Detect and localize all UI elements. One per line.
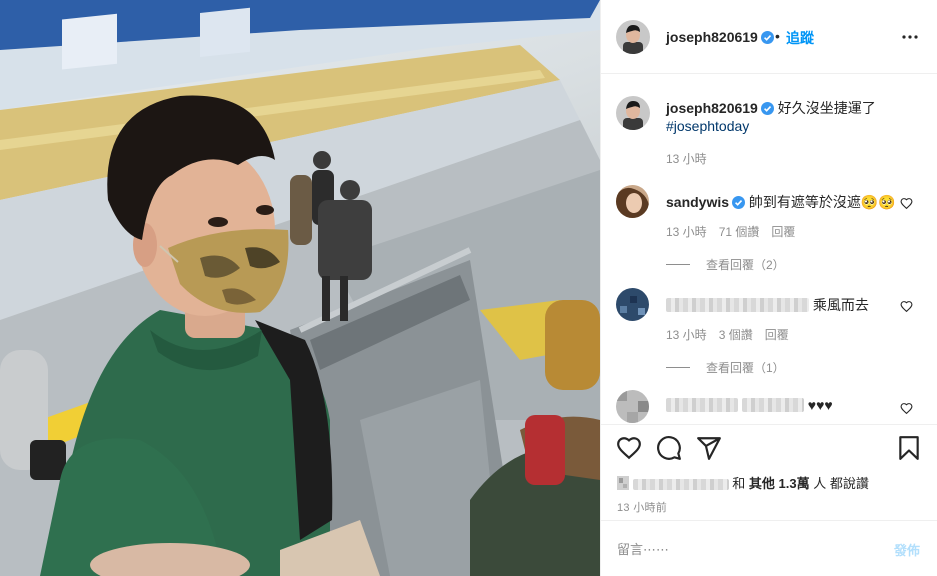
likes-connector: 和 xyxy=(732,476,746,491)
reply-button[interactable]: 回覆 xyxy=(765,328,789,342)
comment-text: ♥♥♥ xyxy=(807,397,833,413)
comment-input[interactable] xyxy=(617,537,867,561)
caption-username[interactable]: joseph820619 xyxy=(666,100,758,116)
comment-meta: 13 小時 3 個讚 回覆 xyxy=(666,326,801,343)
view-replies-button[interactable]: 查看回覆（2） xyxy=(666,256,785,273)
blurred-text xyxy=(741,398,804,412)
verified-badge-icon xyxy=(760,31,774,44)
more-horizontal-icon[interactable] xyxy=(900,27,920,47)
comment-likes[interactable]: 3 個讚 xyxy=(719,328,753,342)
comment-like-heart-icon[interactable] xyxy=(900,197,913,210)
instagram-post-modal: joseph820619 • 追蹤 joseph820619 好久沒坐捷運了 #… xyxy=(0,0,937,576)
comment-item: sandywis 帥到有遮等於沒遮🥺🥺 13 小時 71 個讚 回覆 查看回覆（2） xyxy=(601,185,937,285)
commenter-avatar[interactable] xyxy=(616,185,649,218)
comment-username[interactable]: sandywis xyxy=(666,194,729,210)
comment-time[interactable]: 13 小時 xyxy=(666,328,707,342)
view-replies-button[interactable]: 查看回覆（1） xyxy=(666,359,785,376)
post-comment-button[interactable]: 發佈 xyxy=(894,540,920,559)
post-header: joseph820619 • 追蹤 xyxy=(601,0,937,74)
comment-line: ♥♥♥ xyxy=(666,397,833,413)
view-replies-label[interactable]: 查看回覆（2） xyxy=(706,258,785,272)
comment-line: 乘風而去 xyxy=(666,295,869,315)
replies-divider xyxy=(666,367,690,368)
commenter-avatar[interactable] xyxy=(616,288,649,321)
blurred-username xyxy=(666,298,809,312)
comment-item: ♥♥♥ xyxy=(601,390,937,424)
comment-meta: 13 小時 71 個讚 回覆 xyxy=(666,223,807,240)
heart-icon[interactable] xyxy=(616,435,642,461)
post-actions: 和 其他 1.3萬 人 都說讚 13 小時前 xyxy=(601,424,937,520)
author-username-text[interactable]: joseph820619 xyxy=(666,29,758,45)
likes-others-prefix[interactable]: 其他 xyxy=(749,476,775,491)
comment-line: sandywis 帥到有遮等於沒遮🥺🥺 xyxy=(666,192,896,212)
comment-text: 帥到有遮等於沒遮🥺🥺 xyxy=(748,194,896,210)
caption-hashtag[interactable]: #josephtoday xyxy=(666,118,749,134)
replies-divider xyxy=(666,264,690,265)
post-timestamp[interactable]: 13 小時前 xyxy=(617,499,667,515)
likes-count[interactable]: 1.3萬 xyxy=(779,476,810,491)
blurred-liker-name xyxy=(632,479,729,490)
comment-text: 乘風而去 xyxy=(812,297,869,313)
likes-suffix: 人 都說讚 xyxy=(813,476,869,491)
comment-like-heart-icon[interactable] xyxy=(900,402,913,415)
author-username[interactable]: joseph820619 xyxy=(666,29,774,45)
commenter-avatar[interactable] xyxy=(616,390,649,423)
post-side-panel: joseph820619 • 追蹤 joseph820619 好久沒坐捷運了 #… xyxy=(600,0,937,576)
reply-button[interactable]: 回覆 xyxy=(771,225,795,239)
caption-author-avatar[interactable] xyxy=(616,96,650,130)
comment-time[interactable]: 13 小時 xyxy=(666,225,707,239)
bookmark-icon[interactable] xyxy=(896,435,922,461)
follow-button[interactable]: 追蹤 xyxy=(786,28,814,48)
blurred-username xyxy=(666,398,738,412)
share-icon[interactable] xyxy=(696,435,722,461)
likes-summary: 和 其他 1.3萬 人 都說讚 xyxy=(617,473,869,492)
verified-badge-icon xyxy=(732,196,746,209)
follow-separator: • xyxy=(775,28,780,44)
comment-item: 乘風而去 13 小時 3 個讚 回覆 查看回覆（1） xyxy=(601,288,937,388)
comment-icon[interactable] xyxy=(656,435,682,461)
likes-others-link[interactable]: 其他 1.3萬 xyxy=(749,476,810,491)
caption-text: 好久沒坐捷運了 xyxy=(777,100,876,116)
comment-likes[interactable]: 71 個讚 xyxy=(719,225,760,239)
comment-composer: 發佈 xyxy=(601,520,937,576)
liker-avatar[interactable] xyxy=(617,476,629,490)
author-avatar[interactable] xyxy=(616,20,650,54)
post-photo[interactable] xyxy=(0,0,600,576)
verified-badge-icon xyxy=(760,102,774,115)
caption-time[interactable]: 13 小時 xyxy=(666,150,707,167)
comment-like-heart-icon[interactable] xyxy=(900,300,913,313)
view-replies-label[interactable]: 查看回覆（1） xyxy=(706,361,785,375)
comments-list[interactable]: joseph820619 好久沒坐捷運了 #josephtoday 13 小時 … xyxy=(601,74,937,424)
metro-selfie-illustration xyxy=(0,0,600,576)
caption-line: joseph820619 好久沒坐捷運了 xyxy=(666,98,876,118)
